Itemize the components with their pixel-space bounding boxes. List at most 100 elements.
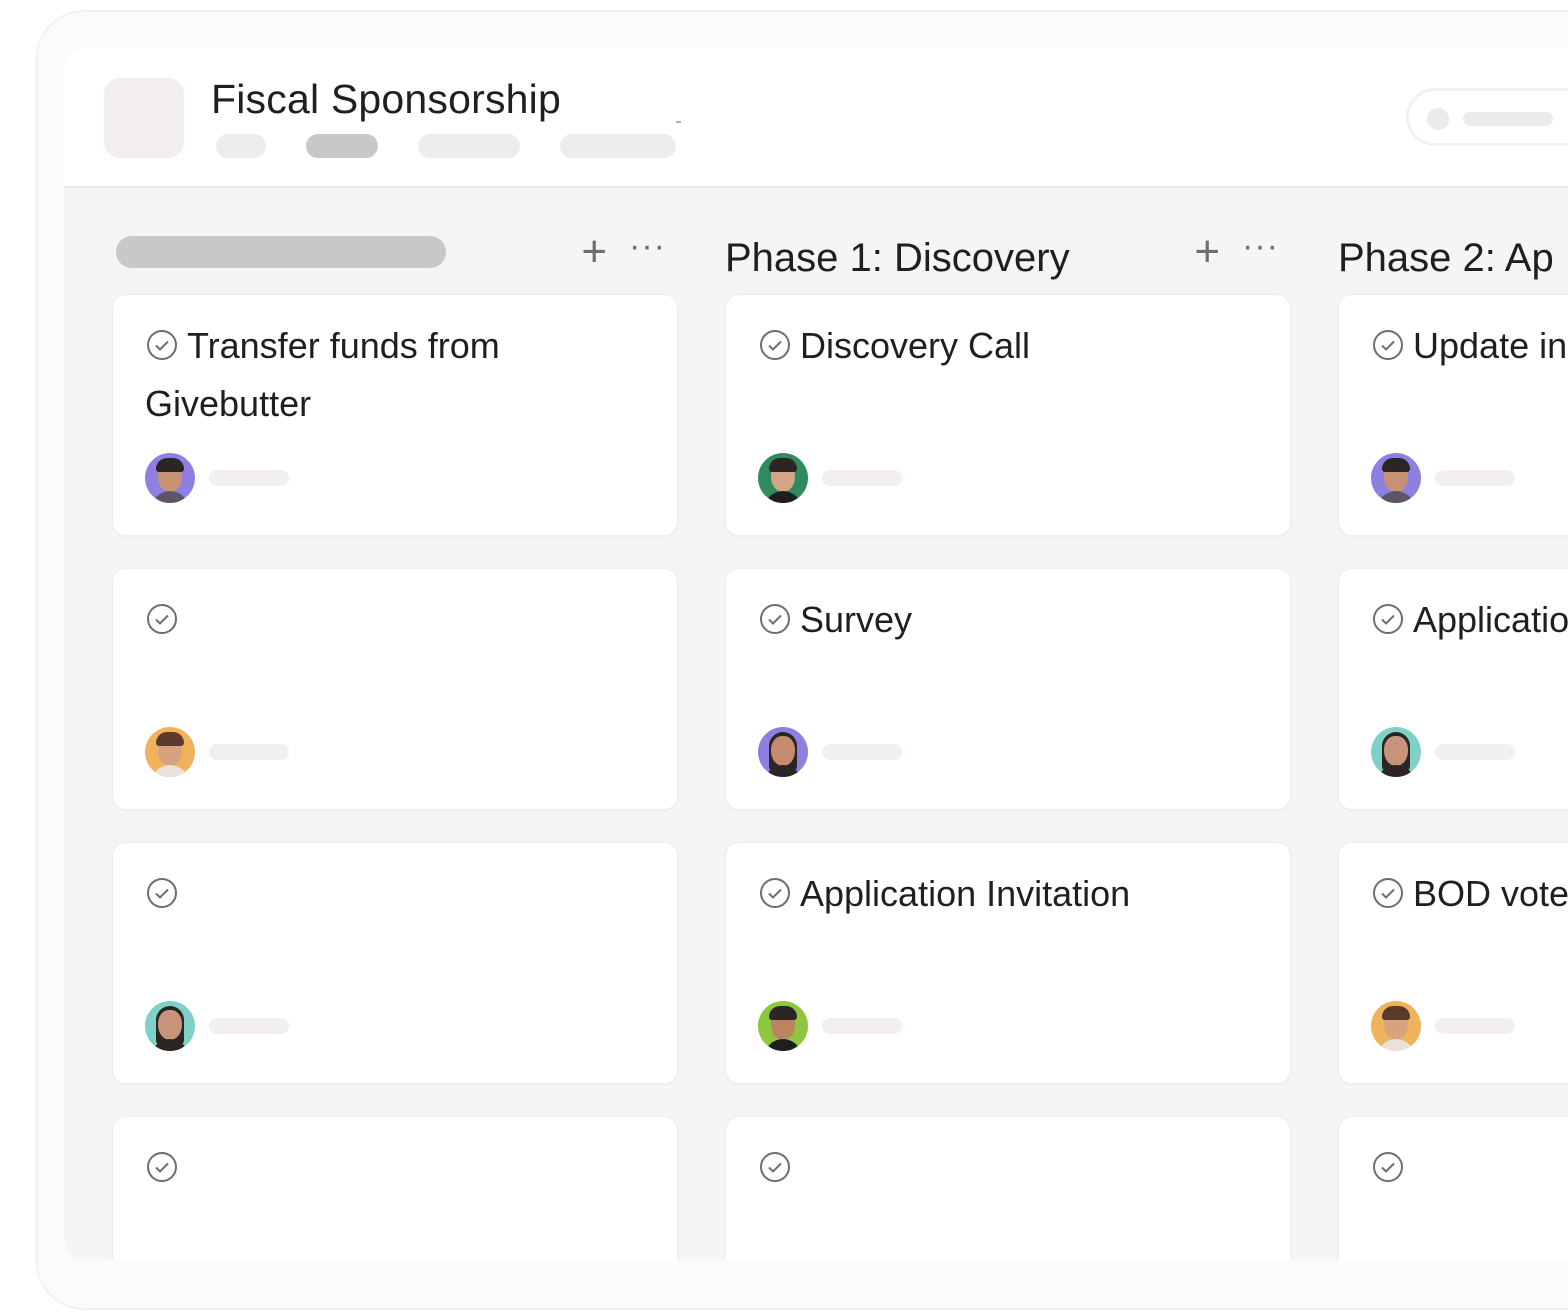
task-title-text: BOD vote approval/de	[1413, 873, 1568, 914]
task-card[interactable]: BOD vote approval/de	[1338, 842, 1568, 1084]
avatar-face	[771, 736, 795, 766]
task-title-text: Applicatio	[1413, 599, 1568, 640]
column-header: Phase 2: Ap	[1338, 208, 1568, 288]
task-card[interactable]	[1338, 1116, 1568, 1260]
avatar[interactable]	[1371, 453, 1421, 503]
task-card[interactable]: Application Invitation	[725, 842, 1291, 1084]
task-title: Survey	[758, 591, 1260, 649]
card-footer	[145, 453, 289, 503]
due-date-placeholder[interactable]	[1435, 744, 1515, 760]
more-icon[interactable]: ···	[629, 229, 666, 263]
project-icon[interactable]	[104, 78, 184, 158]
card-footer	[145, 727, 289, 777]
avatar[interactable]	[758, 1001, 808, 1051]
task-title: Applicatio	[1371, 591, 1568, 649]
plus-icon[interactable]: +	[581, 230, 607, 274]
card-footer	[758, 453, 902, 503]
task-card[interactable]	[112, 1116, 678, 1260]
avatar-shirt	[1377, 1039, 1415, 1051]
task-card[interactable]: Survey	[725, 568, 1291, 810]
task-title	[145, 1139, 647, 1197]
column-title[interactable]: Phase 2: Ap	[1338, 236, 1554, 281]
due-date-placeholder[interactable]	[209, 1018, 289, 1034]
task-title-text: Update in	[1413, 325, 1568, 366]
avatar-hair	[769, 1006, 797, 1020]
avatar[interactable]	[1371, 1001, 1421, 1051]
due-date-placeholder[interactable]	[1435, 1018, 1515, 1034]
check-circle-icon[interactable]	[145, 1150, 179, 1184]
column-title[interactable]: Phase 1: Discovery	[725, 236, 1070, 281]
task-title	[145, 865, 647, 923]
task-title	[145, 591, 647, 649]
task-card[interactable]	[112, 842, 678, 1084]
avatar-face	[158, 1010, 182, 1040]
due-date-placeholder[interactable]	[209, 470, 289, 486]
avatar[interactable]	[758, 727, 808, 777]
check-circle-icon[interactable]	[1371, 602, 1405, 636]
tab-list[interactable]	[418, 134, 520, 158]
due-date-placeholder[interactable]	[209, 744, 289, 760]
tab-timeline[interactable]	[560, 134, 676, 158]
check-circle-icon[interactable]	[758, 1150, 792, 1184]
share-avatar-placeholder	[1427, 108, 1449, 130]
tab-board[interactable]	[306, 134, 378, 158]
avatar[interactable]	[145, 727, 195, 777]
check-circle-icon[interactable]	[1371, 1150, 1405, 1184]
task-title: Discovery Call	[758, 317, 1260, 375]
avatar-shirt	[151, 765, 189, 777]
project-title[interactable]: Fiscal Sponsorship	[211, 76, 561, 123]
avatar[interactable]	[145, 1001, 195, 1051]
due-date-placeholder[interactable]	[822, 470, 902, 486]
due-date-placeholder[interactable]	[1435, 470, 1515, 486]
share-button[interactable]	[1406, 88, 1568, 146]
task-title	[1371, 1139, 1568, 1197]
column-actions: + ···	[1194, 229, 1279, 274]
card-footer	[1371, 727, 1515, 777]
task-card[interactable]: Update in	[1338, 294, 1568, 536]
plus-icon[interactable]: +	[1194, 230, 1220, 274]
task-card[interactable]: Transfer funds from Givebutter	[112, 294, 678, 536]
check-circle-icon[interactable]	[758, 602, 792, 636]
avatar-hair	[1382, 1006, 1410, 1020]
column-header: + ···	[112, 208, 678, 288]
avatar-hair	[156, 458, 184, 472]
tab-overview[interactable]	[216, 134, 266, 158]
avatar[interactable]	[145, 453, 195, 503]
due-date-placeholder[interactable]	[822, 744, 902, 760]
avatar-shirt	[764, 491, 802, 503]
task-title: Application Invitation	[758, 865, 1260, 923]
card-footer	[758, 727, 902, 777]
app-window: Fiscal Sponsorship + ··· Transfer funds …	[64, 48, 1568, 1260]
task-title-text: Discovery Call	[800, 325, 1031, 366]
check-circle-icon[interactable]	[145, 602, 179, 636]
check-circle-icon[interactable]	[145, 876, 179, 910]
due-date-placeholder[interactable]	[822, 1018, 902, 1034]
card-footer	[758, 1001, 902, 1051]
task-title	[758, 1139, 1260, 1197]
check-circle-icon[interactable]	[1371, 876, 1405, 910]
avatar-hair	[156, 732, 184, 746]
column-actions: + ···	[581, 229, 666, 274]
column-title-placeholder[interactable]	[116, 236, 446, 268]
avatar-shirt	[764, 1039, 802, 1051]
column-header: Phase 1: Discovery + ···	[725, 208, 1291, 288]
avatar[interactable]	[1371, 727, 1421, 777]
check-circle-icon[interactable]	[1371, 328, 1405, 362]
task-card[interactable]	[112, 568, 678, 810]
card-footer	[1371, 453, 1515, 503]
task-card[interactable]	[725, 1116, 1291, 1260]
project-header: Fiscal Sponsorship	[64, 48, 1568, 188]
check-circle-icon[interactable]	[758, 328, 792, 362]
share-label-placeholder	[1463, 112, 1553, 126]
check-circle-icon[interactable]	[758, 876, 792, 910]
task-card[interactable]: Discovery Call	[725, 294, 1291, 536]
avatar-shirt	[1377, 491, 1415, 503]
task-title-text: Transfer funds from Givebutter	[145, 325, 500, 424]
task-card[interactable]: Applicatio	[1338, 568, 1568, 810]
more-icon[interactable]: ···	[1242, 229, 1279, 263]
avatar[interactable]	[758, 453, 808, 503]
check-circle-icon[interactable]	[145, 328, 179, 362]
board-column: Phase 2: Ap Update in Applicatio BOD vot…	[1338, 208, 1568, 1260]
tab-more-indicator	[676, 121, 681, 123]
avatar-shirt	[151, 491, 189, 503]
